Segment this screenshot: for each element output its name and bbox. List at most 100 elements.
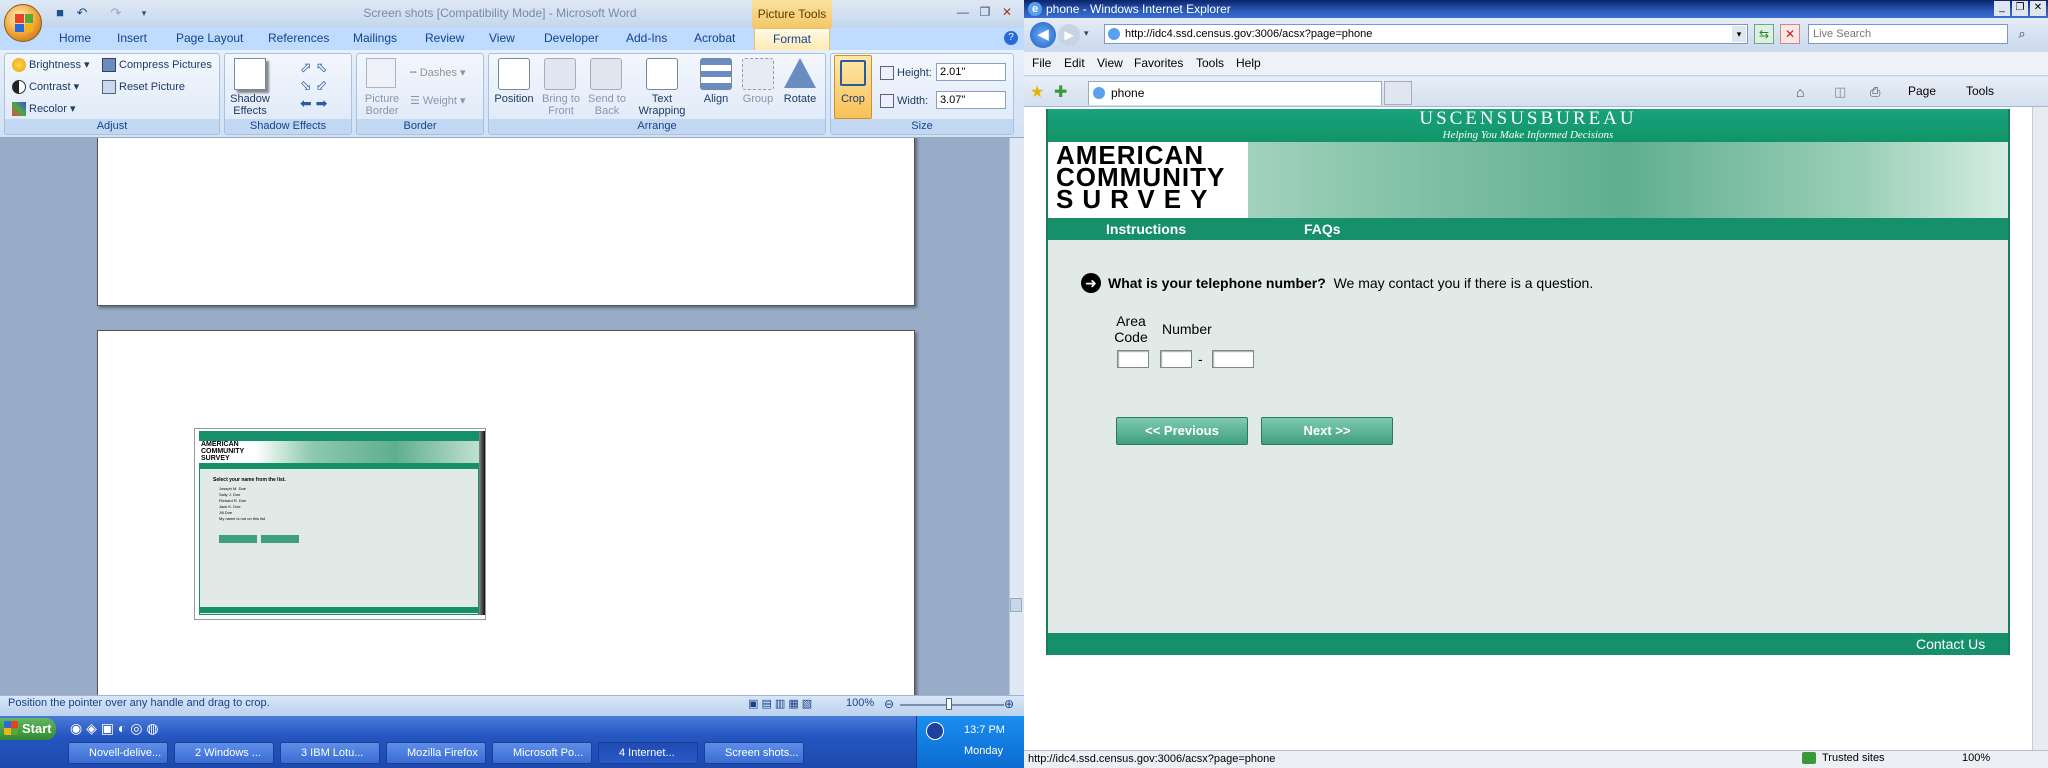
inserted-picture[interactable]: AMERICAN COMMUNITY SURVEY Select your na…	[194, 428, 486, 620]
taskbar-item-screen-shots[interactable]: Screen shots...	[704, 742, 804, 764]
nav-instructions[interactable]: Instructions	[1106, 221, 1186, 237]
area-code-input[interactable]	[1117, 350, 1149, 368]
tab-review[interactable]: Review	[425, 31, 464, 45]
picture-border-icon[interactable]	[366, 58, 396, 88]
reset-picture-button[interactable]: Reset Picture	[102, 80, 185, 94]
favorites-star-icon[interactable]: ★	[1030, 82, 1044, 102]
security-zone[interactable]: Trusted sites	[1822, 752, 1885, 764]
stop-icon[interactable]: ✕	[1780, 24, 1800, 44]
tab-format[interactable]: Format	[754, 28, 830, 50]
shadow-effects-button[interactable]: Shadow Effects	[228, 93, 272, 117]
restore-icon[interactable]: ❐	[974, 4, 996, 20]
align-button[interactable]: Align	[700, 93, 732, 105]
feeds-icon[interactable]: ◫	[1834, 84, 1846, 100]
menu-view[interactable]: View	[1097, 56, 1123, 70]
ie-minimize-icon[interactable]: _	[1994, 1, 2010, 16]
height-input[interactable]: 2.01"	[936, 63, 1006, 81]
taskbar-item-firefox[interactable]: Mozilla Firefox	[386, 742, 486, 764]
picture-border-button[interactable]: Picture Border	[360, 93, 404, 117]
customize-qat-icon[interactable]: ▾	[136, 5, 152, 21]
rotate-button[interactable]: Rotate	[780, 93, 820, 105]
address-bar[interactable]: http://idc4.ssd.census.gov:3006/acsx?pag…	[1104, 24, 1748, 44]
taskbar-item-lotus[interactable]: 3 IBM Lotu...	[280, 742, 380, 764]
taskbar-item-windows[interactable]: 2 Windows ...	[174, 742, 274, 764]
help-icon[interactable]: ?	[1004, 31, 1018, 45]
add-favorites-icon[interactable]: ✚	[1054, 82, 1067, 102]
forward-icon[interactable]: ▶	[1058, 24, 1080, 46]
menu-favorites[interactable]: Favorites	[1134, 56, 1183, 70]
view-buttons[interactable]: ▣ ▤ ▥ ▦ ▧	[748, 697, 840, 712]
phone-line-input[interactable]	[1212, 350, 1254, 368]
align-icon[interactable]	[700, 58, 732, 90]
position-icon[interactable]	[498, 58, 530, 90]
tab-view[interactable]: View	[489, 31, 515, 45]
tab-insert[interactable]: Insert	[117, 31, 147, 45]
search-icon[interactable]: ⌕	[2012, 24, 2032, 44]
minimize-icon[interactable]: —	[952, 4, 974, 20]
office-button[interactable]	[4, 4, 42, 42]
menu-tools[interactable]: Tools	[1196, 56, 1224, 70]
address-dropdown-icon[interactable]: ▾	[1732, 26, 1746, 42]
bring-to-front-button[interactable]: Bring to Front	[538, 93, 584, 117]
compress-pictures-button[interactable]: Compress Pictures	[102, 58, 212, 72]
tab-home[interactable]: Home	[59, 31, 91, 45]
menu-help[interactable]: Help	[1236, 56, 1261, 70]
tray-network-icon[interactable]	[926, 722, 944, 740]
menu-file[interactable]: File	[1032, 56, 1051, 70]
tab-references[interactable]: References	[268, 31, 329, 45]
new-tab-button[interactable]	[1384, 81, 1412, 105]
text-wrapping-icon[interactable]	[646, 58, 678, 90]
brightness-button[interactable]: Brightness ▾	[12, 58, 90, 73]
previous-button[interactable]: << Previous	[1116, 417, 1248, 445]
close-icon[interactable]: ✕	[996, 4, 1018, 20]
ie-restore-icon[interactable]: ❐	[2012, 1, 2028, 16]
bring-to-front-icon[interactable]	[544, 58, 576, 90]
undo-icon[interactable]: ↶	[74, 5, 90, 21]
contact-us-link[interactable]: Contact Us	[1916, 636, 1985, 652]
weight-button[interactable]: ☰ Weight ▾	[410, 94, 466, 107]
rotate-icon[interactable]	[784, 58, 816, 88]
home-icon[interactable]: ⌂	[1796, 84, 1804, 100]
text-wrapping-button[interactable]: Text Wrapping	[634, 93, 690, 117]
send-to-back-button[interactable]: Send to Back	[584, 93, 630, 117]
position-button[interactable]: Position	[492, 93, 536, 105]
taskbar-item-internet-explorer[interactable]: 4 Internet...	[598, 742, 698, 764]
zoom-slider[interactable]	[900, 704, 1004, 706]
shadow-effects-icon[interactable]	[234, 58, 266, 90]
zoom-in-icon[interactable]: ⊕	[1004, 697, 1014, 711]
print-icon[interactable]: ⎙	[1870, 84, 1880, 100]
tools-menu-button[interactable]: Tools	[1966, 84, 1994, 98]
taskbar-item-novell[interactable]: Novell-delive...	[68, 742, 168, 764]
recent-pages-icon[interactable]: ▾	[1084, 28, 1089, 39]
back-icon[interactable]: ◀	[1030, 22, 1056, 48]
nudge-shadow-icons[interactable]: ⬀ ⬁ ⬂ ⬃ ⬅ ➡	[300, 58, 340, 116]
tab-phone[interactable]: phone	[1088, 81, 1382, 105]
contrast-button[interactable]: Contrast ▾	[12, 80, 79, 95]
word-scroll-thumb[interactable]	[1010, 598, 1022, 612]
width-input[interactable]: 3.07"	[936, 91, 1006, 109]
tab-acrobat[interactable]: Acrobat	[694, 31, 735, 45]
send-to-back-icon[interactable]	[590, 58, 622, 90]
nav-faqs[interactable]: FAQs	[1304, 221, 1341, 237]
recolor-button[interactable]: Recolor ▾	[12, 102, 75, 117]
group-button[interactable]: Group	[740, 93, 776, 105]
ie-vertical-scrollbar[interactable]	[2032, 107, 2048, 750]
menu-edit[interactable]: Edit	[1064, 56, 1085, 70]
document-area[interactable]	[0, 138, 1012, 695]
phone-prefix-input[interactable]	[1160, 350, 1192, 368]
tab-mailings[interactable]: Mailings	[353, 31, 397, 45]
next-button[interactable]: Next >>	[1261, 417, 1393, 445]
zoom-level[interactable]: 100%	[846, 697, 874, 709]
ie-zoom-level[interactable]: 100%	[1962, 752, 1990, 764]
refresh-icon[interactable]: ⇆	[1754, 24, 1774, 44]
zoom-slider-thumb[interactable]	[946, 698, 952, 710]
save-icon[interactable]: ■	[52, 5, 68, 21]
group-icon[interactable]	[742, 58, 774, 90]
page-menu-button[interactable]: Page	[1908, 84, 1936, 98]
ie-close-icon[interactable]: ✕	[2030, 1, 2046, 16]
tab-add-ins[interactable]: Add-Ins	[626, 31, 667, 45]
quick-launch-icons[interactable]: ◉ ◈ ▣ ◐ ◎ ◍	[70, 720, 200, 738]
tab-page-layout[interactable]: Page Layout	[176, 31, 243, 45]
document-page-1[interactable]	[97, 138, 915, 306]
taskbar-item-powerpoint[interactable]: Microsoft Po...	[492, 742, 592, 764]
